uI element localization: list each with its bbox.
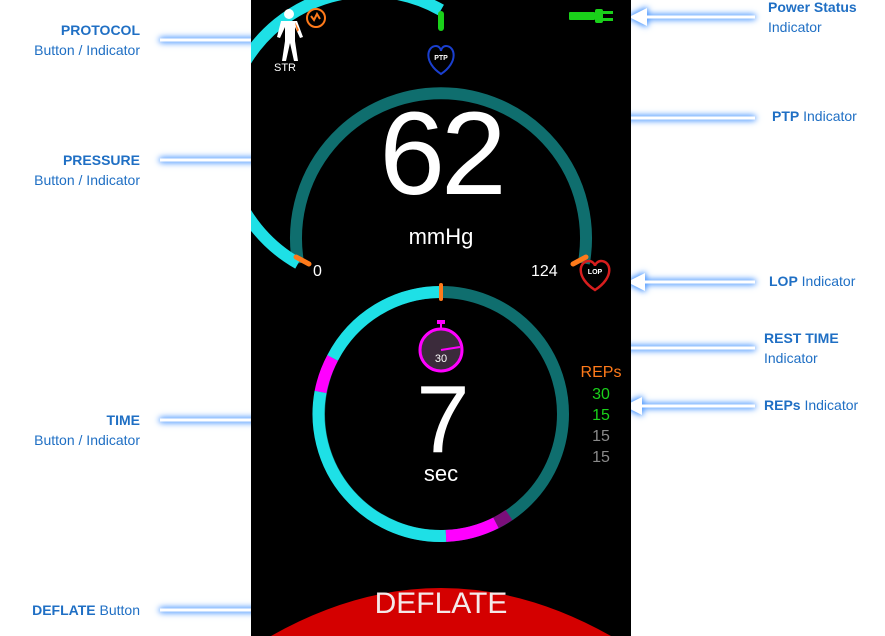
time-callout-rest: Button / Indicator [34, 432, 140, 448]
scale-min-label: 0 [313, 263, 322, 280]
protocol-callout-rest: Button / Indicator [34, 42, 140, 58]
ptp-callout-rest: Indicator [799, 108, 857, 124]
deflate-button-label[interactable]: DEFLATE [341, 587, 541, 621]
pressure-callout-key: PRESSURE [62, 152, 140, 168]
lop-callout: LOP Indicator [769, 271, 855, 291]
ptp-callout: PTP Indicator [772, 106, 857, 126]
reps-item: 30 [592, 386, 610, 403]
power-callout: Power Status Indicator [768, 0, 857, 37]
ptp-label: PTP [434, 55, 448, 62]
power-plug-icon [569, 9, 613, 23]
reps-callout: REPs Indicator [764, 395, 858, 415]
scale-max-label: 124 [531, 263, 558, 280]
ptp-callout-key: PTP [772, 108, 800, 124]
time-unit: sec [423, 461, 459, 486]
rest-time-callout-key: REST TIME [764, 330, 839, 346]
lop-callout-key: LOP [769, 273, 798, 289]
reps-item: 15 [592, 428, 610, 445]
device-screen: STR PTP LOP 62 mmHg 0 124 30 7 sec REPs … [251, 0, 631, 636]
time-callout: TIME Button / Indicator [34, 410, 140, 450]
time-ring-rest-bottom [445, 517, 499, 542]
power-callout-key: Power Status [768, 0, 857, 15]
lop-callout-rest: Indicator [797, 273, 856, 289]
deflate-callout-key: DEFLATE [32, 602, 96, 618]
deflate-callout-rest: Button [95, 602, 141, 618]
time-value[interactable]: 7 [371, 370, 511, 470]
reps-item: 15 [592, 449, 610, 466]
protocol-label: STR [274, 62, 296, 74]
time-callout-key: TIME [106, 412, 140, 428]
reps-title: REPs [580, 364, 622, 381]
reps-callout-key: REPs [764, 397, 801, 413]
pressure-unit: mmHg [408, 224, 474, 249]
lop-label: LOP [587, 269, 603, 276]
protocol-cycle-icon [306, 8, 326, 28]
reps-callout-rest: Indicator [800, 397, 859, 413]
protocol-callout-key: PROTOCOL [60, 22, 140, 38]
protocol-callout: PROTOCOL Button / Indicator [34, 20, 140, 60]
deflate-callout: DEFLATE Button [32, 600, 140, 620]
pressure-callout-rest: Button / Indicator [34, 172, 140, 188]
pressure-callout: PRESSURE Button / Indicator [34, 150, 140, 190]
time-ring-rest-top [314, 355, 338, 394]
pressure-value[interactable]: 62 [341, 94, 541, 214]
reps-item: 15 [592, 407, 610, 424]
rest-time-value: 30 [434, 353, 448, 365]
time-ring-rest-dim [493, 510, 513, 529]
power-callout-rest: Indicator [768, 19, 822, 35]
rest-time-callout-rest: Indicator [764, 350, 818, 366]
rest-time-callout: REST TIME Indicator [764, 328, 839, 368]
